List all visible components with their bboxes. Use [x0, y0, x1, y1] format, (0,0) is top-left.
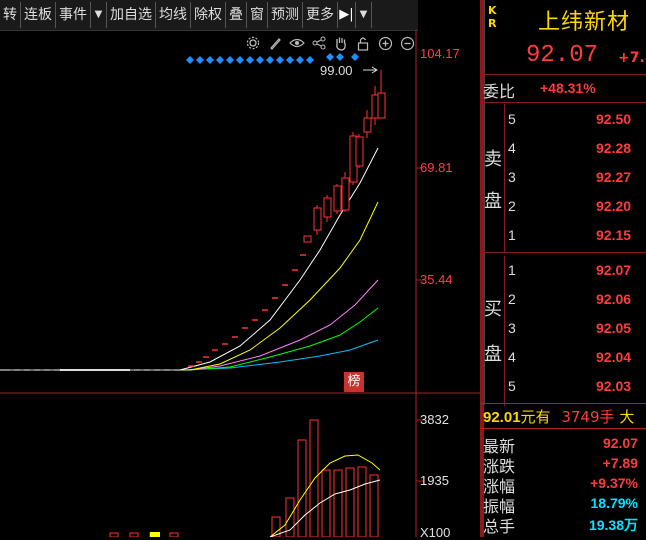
ma-line-ma20: [0, 279, 379, 371]
event-diamond[interactable]: [226, 56, 234, 64]
event-diamond[interactable]: [286, 56, 294, 64]
buy-price-4[interactable]: 92.04: [596, 349, 631, 365]
stock-name: 上纬新材: [538, 10, 631, 35]
sell-price-3[interactable]: 92.27: [596, 169, 631, 185]
event-diamond[interactable]: [336, 53, 344, 61]
candle-body: [377, 92, 386, 119]
buy-price-2[interactable]: 92.06: [596, 291, 631, 307]
event-diamond[interactable]: [216, 56, 224, 64]
event-diamond[interactable]: [246, 56, 254, 64]
sell-price-5[interactable]: 92.50: [596, 111, 631, 127]
sell-level-4: 4: [508, 140, 516, 156]
event-diamond[interactable]: [276, 56, 284, 64]
event-diamond[interactable]: [326, 53, 334, 61]
volume-bar: [321, 469, 331, 537]
sell-level-5: 5: [508, 111, 516, 127]
peak-price-label: 99.00: [320, 63, 353, 78]
quote-value-1: +7.89: [602, 455, 638, 471]
event-diamond[interactable]: [206, 56, 214, 64]
candle-body: [363, 117, 372, 133]
buy-level-1: 1: [508, 262, 516, 278]
volume-bar: [345, 467, 355, 537]
buy-level-2: 2: [508, 291, 516, 307]
vol-label-top: 3832: [420, 412, 449, 427]
buy-price-5[interactable]: 92.03: [596, 378, 631, 394]
change-value: +7.8: [618, 50, 646, 66]
candle-body: [333, 185, 342, 212]
kr-mark: KR: [488, 4, 497, 30]
sell-level-2: 2: [508, 198, 516, 214]
candle-body: [323, 197, 332, 218]
buy-level-4: 4: [508, 349, 516, 365]
sell-price-1[interactable]: 92.15: [596, 227, 631, 243]
weibi-value: +48.31%: [540, 80, 596, 96]
candle-body: [355, 136, 364, 167]
buy-level-3: 3: [508, 320, 516, 336]
event-diamond[interactable]: [351, 53, 359, 61]
volume-bar: [309, 419, 319, 537]
buy-level-5: 5: [508, 378, 516, 394]
buy-price-1[interactable]: 92.07: [596, 262, 631, 278]
buy-label-bottom: 盘: [484, 344, 502, 365]
event-diamond[interactable]: [296, 56, 304, 64]
volume-bar: [169, 532, 179, 537]
quote-value-0: 92.07: [602, 435, 638, 451]
volume-bar: [150, 532, 160, 537]
candle-body: [341, 177, 350, 211]
sell-level-3: 3: [508, 169, 516, 185]
event-diamond[interactable]: [266, 56, 274, 64]
volume-bar: [297, 439, 307, 537]
event-diamond[interactable]: [186, 56, 194, 64]
ranking-badge[interactable]: 榜: [344, 372, 364, 392]
volume-bar: [369, 474, 379, 537]
volume-bars: [109, 419, 379, 537]
large-order-line: 92.01元有 3749手 大: [483, 408, 635, 426]
weibi-label: 委比: [483, 82, 516, 101]
ma-line-ma5: [0, 147, 379, 371]
ma-line-ma30: [0, 307, 379, 371]
volume-bar: [357, 466, 367, 537]
vol-unit-label: X100: [420, 525, 451, 540]
y-label-low: 35.44: [420, 272, 453, 287]
sell-label-bottom: 盘: [484, 191, 502, 212]
sell-price-4[interactable]: 92.28: [596, 140, 631, 156]
candle-body: [313, 207, 322, 231]
volume-bar: [333, 469, 343, 537]
candle-body: [303, 235, 312, 243]
volume-bar: [129, 532, 139, 537]
y-label-top: 104.17: [420, 46, 460, 61]
sell-level-1: 1: [508, 227, 516, 243]
buy-label-top: 买: [484, 299, 502, 320]
event-diamond[interactable]: [306, 56, 314, 64]
kline-chart[interactable]: 99.00: [0, 0, 480, 537]
event-diamond[interactable]: [256, 56, 264, 64]
quote-panel: KR 上纬新材 92.07 +7.8 委比 +48.31% 卖 盘 5 92.50…: [480, 0, 646, 537]
y-label-mid: 69.81: [420, 160, 453, 175]
stock-price: 92.07: [526, 42, 599, 69]
vol-label-mid: 1935: [420, 473, 449, 488]
quote-value-3: 18.79%: [590, 495, 638, 511]
candlesticks[interactable]: [10, 70, 386, 371]
quote-value-2: +9.37%: [590, 475, 638, 491]
quote-label-4: 总手: [483, 517, 516, 536]
sell-price-2[interactable]: 92.20: [596, 198, 631, 214]
quote-value-4: 19.38万: [588, 517, 638, 533]
event-diamond[interactable]: [196, 56, 204, 64]
event-diamond[interactable]: [236, 56, 244, 64]
sell-label-top: 卖: [484, 149, 502, 170]
volume-bar: [109, 532, 119, 537]
buy-price-3[interactable]: 92.05: [596, 320, 631, 336]
